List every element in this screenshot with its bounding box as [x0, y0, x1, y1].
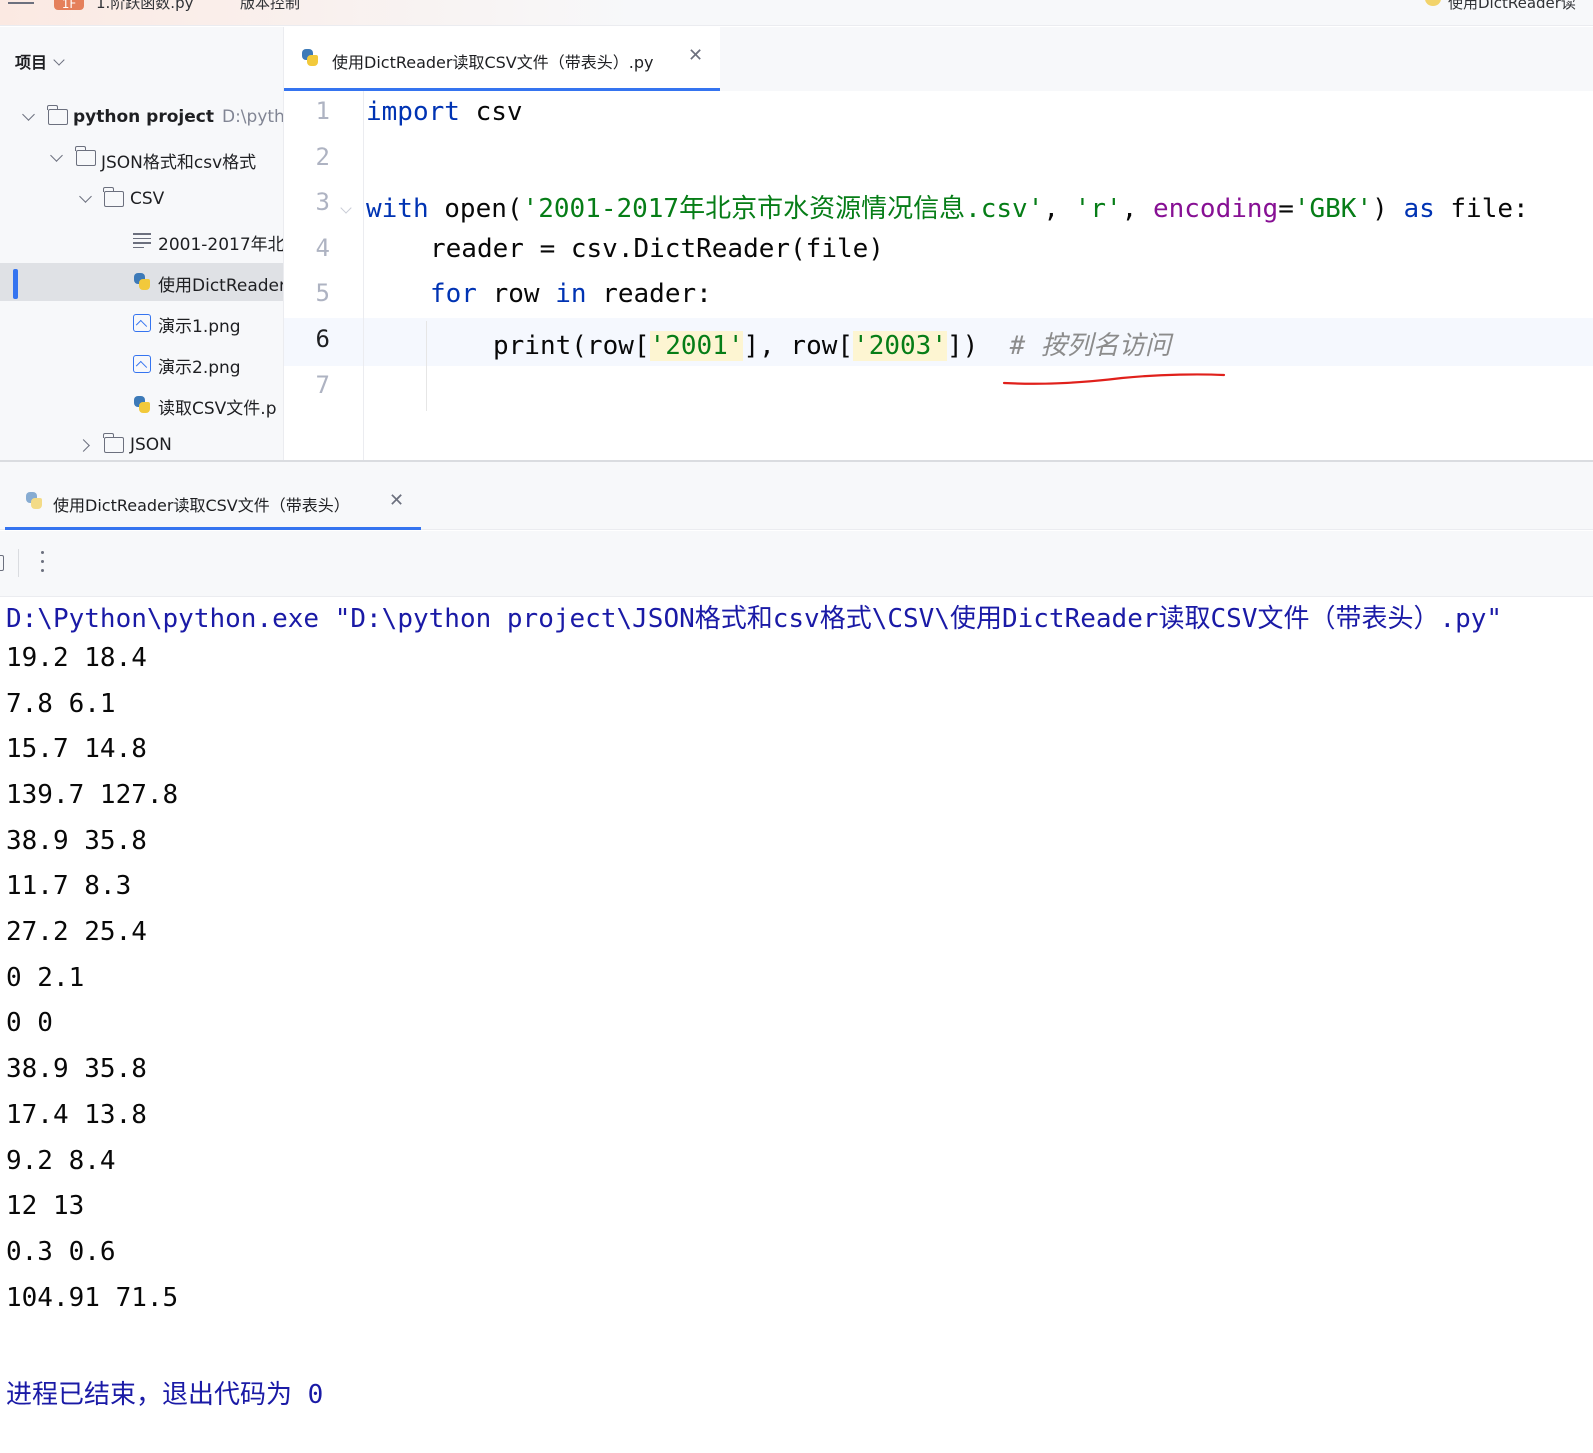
- console-command-line: D:\Python\python.exe "D:\python project\…: [6, 604, 1503, 634]
- project-badge[interactable]: 1F: [54, 0, 84, 11]
- folder-icon: [103, 187, 124, 207]
- console-output-line: 17.4 13.8: [6, 1100, 147, 1130]
- tree-item-label: JSON: [130, 435, 172, 455]
- code-line-6: print(row['2001'], row['2003']) # 按列名访问: [493, 331, 1171, 361]
- tree-item-label: 2001-2017年北: [158, 235, 284, 255]
- run-tab-bar: 使用DictReader读取CSV文件（带表头） ✕: [0, 462, 1593, 530]
- console-output-line: 0.3 0.6: [6, 1237, 116, 1267]
- tree-item-json-csv[interactable]: JSON格式和csv格式: [0, 140, 283, 178]
- console-output-line: 104.91 71.5: [6, 1283, 179, 1313]
- console-output[interactable]: D:\Python\python.exe "D:\python project\…: [0, 598, 1593, 1453]
- project-selector[interactable]: 1.阶跃函数.py: [96, 0, 193, 13]
- editor-tab-label: 使用DictReader读取CSV文件（带表头）.py: [332, 53, 654, 72]
- fold-icon[interactable]: [340, 202, 352, 214]
- vcs-menu[interactable]: 版本控制: [240, 0, 300, 13]
- line-number: 1: [315, 97, 330, 125]
- selection-indicator: [13, 269, 18, 299]
- indent-guide: [426, 321, 427, 411]
- image-file-icon: [133, 314, 151, 332]
- tree-item-label: 演示1.png: [158, 317, 241, 337]
- code-editor[interactable]: 1 2 3 4 5 6 7 import csv with open('2001…: [284, 91, 1593, 460]
- console-output-line: 27.2 25.4: [6, 917, 147, 947]
- tree-item-demo2-png[interactable]: 演示2.png: [0, 345, 283, 383]
- expand-arrow-icon[interactable]: [79, 190, 92, 203]
- expand-arrow-icon[interactable]: [22, 108, 35, 121]
- console-output-line: 9.2 8.4: [6, 1146, 116, 1176]
- editor-tab-bar: 使用DictReader读取CSV文件（带表头）.py ✕: [284, 27, 1593, 91]
- tree-item-csv-file[interactable]: 2001-2017年北: [0, 222, 284, 260]
- line-number: 5: [315, 279, 330, 307]
- collapse-arrow-icon[interactable]: [77, 439, 90, 452]
- red-annotation-underline: [1002, 373, 1226, 385]
- main-menu-icon[interactable]: [8, 0, 34, 10]
- console-output-line: 12 13: [6, 1191, 85, 1221]
- console-output-line: 38.9 35.8: [6, 1054, 147, 1084]
- tree-item-label: 读取CSV文件.p: [158, 399, 277, 419]
- console-output-line: 11.7 8.3: [6, 871, 132, 901]
- tree-item-label: CSV: [130, 189, 165, 209]
- gutter-separator: [363, 91, 364, 460]
- line-number: 2: [315, 143, 330, 171]
- python-file-icon: [132, 272, 152, 292]
- python-file-icon: [132, 395, 152, 415]
- folder-icon: [103, 433, 124, 453]
- close-icon[interactable]: ✕: [688, 45, 703, 66]
- tree-item-dictreader-file[interactable]: 使用DictReader: [0, 263, 284, 301]
- title-bar: 1F 1.阶跃函数.py 版本控制 使用DictReader读: [0, 0, 1593, 26]
- text-file-icon: [133, 233, 151, 249]
- console-output-line: 7.8 6.1: [6, 689, 116, 719]
- tree-item-demo1-png[interactable]: 演示1.png: [0, 304, 283, 342]
- console-output-line: 139.7 127.8: [6, 780, 179, 810]
- run-tab-label: 使用DictReader读取CSV文件（带表头）: [53, 496, 350, 515]
- run-tab-dictreader[interactable]: 使用DictReader读取CSV文件（带表头） ✕: [5, 462, 421, 530]
- image-file-icon: [133, 355, 151, 373]
- code-line-1: import csv: [366, 97, 523, 127]
- run-config-selector[interactable]: 使用DictReader读: [1448, 0, 1576, 13]
- code-line-4: reader = csv.DictReader(file): [430, 234, 884, 264]
- project-panel-header[interactable]: 项目: [15, 49, 65, 73]
- code-line-3: with open('2001-2017年北京市水资源情况信息.csv', 'r…: [366, 194, 1529, 224]
- rerun-icon[interactable]: [0, 555, 4, 571]
- close-icon[interactable]: ✕: [389, 490, 404, 511]
- line-number: 4: [315, 234, 330, 262]
- tree-item-json-folder[interactable]: JSON: [0, 427, 283, 460]
- tree-item-label: JSON格式和csv格式: [101, 153, 257, 173]
- code-line-5: for row in reader:: [430, 279, 712, 309]
- python-run-icon: [24, 491, 44, 511]
- chevron-down-icon: [53, 54, 65, 66]
- line-number: 3: [315, 188, 330, 216]
- python-file-icon: [300, 48, 320, 68]
- project-panel: 项目 python projectD:\python JSON格式和csv格式 …: [0, 27, 284, 460]
- tree-item-read-csv-file[interactable]: 读取CSV文件.p: [0, 386, 283, 424]
- tree-item-path: D:\python: [221, 107, 284, 127]
- tree-item-python-project[interactable]: python project D:\python: [0, 99, 284, 137]
- tree-item-label: 使用DictReader: [158, 276, 284, 296]
- folder-icon: [75, 146, 96, 166]
- editor-tab-dictreader[interactable]: 使用DictReader读取CSV文件（带表头）.py ✕: [284, 27, 720, 91]
- console-output-line: 0 2.1: [6, 963, 85, 993]
- project-panel-title: 项目: [15, 53, 48, 72]
- expand-arrow-icon[interactable]: [50, 149, 63, 162]
- line-number: 6: [315, 325, 330, 353]
- more-options-icon[interactable]: [40, 551, 46, 575]
- tree-item-csv-folder[interactable]: CSV: [0, 181, 283, 219]
- console-exit-message: 进程已结束，退出代码为 0: [6, 1380, 324, 1410]
- console-output-line: 38.9 35.8: [6, 826, 147, 856]
- folder-icon: [47, 105, 68, 125]
- console-output-line: 15.7 14.8: [6, 734, 147, 764]
- line-number: 7: [315, 371, 330, 399]
- console-output-line: 0 0: [6, 1008, 53, 1038]
- tree-item-label: python project: [73, 107, 214, 127]
- run-config-icon: [1425, 0, 1441, 6]
- console-output-line: 19.2 18.4: [6, 643, 147, 673]
- toolbar-separator: [18, 549, 19, 577]
- run-toolbar: [0, 531, 1593, 597]
- tree-item-label: 演示2.png: [158, 358, 241, 378]
